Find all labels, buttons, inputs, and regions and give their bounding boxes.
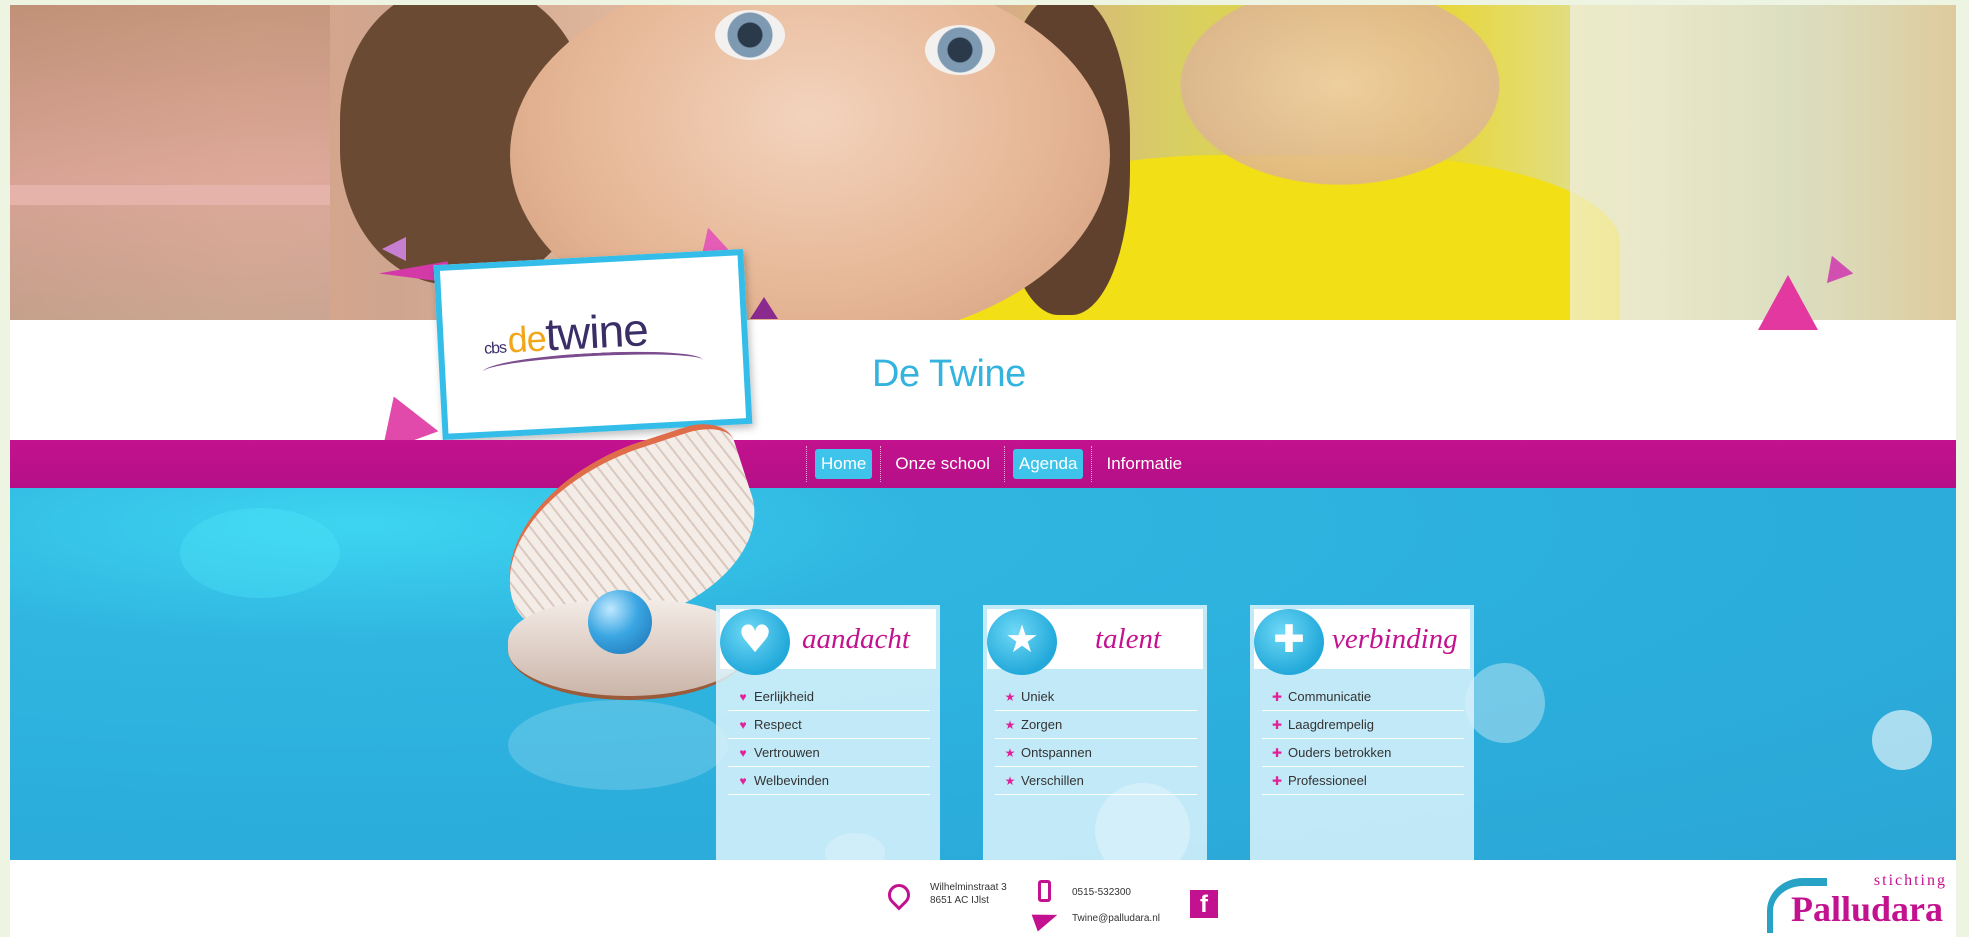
star-icon: ★ [987, 609, 1057, 675]
list-item-label: Ontspannen [1021, 745, 1092, 760]
address-line-1: Wilhelminstraat 3 [930, 882, 1007, 893]
heart-bullet-icon: ♥ [739, 745, 747, 760]
list-item[interactable]: ★ Zorgen [995, 711, 1197, 739]
plus-bullet-icon: ✚ [1271, 717, 1283, 732]
hero-glare [1570, 5, 1956, 320]
logo-prefix: cbs [483, 339, 507, 358]
page-frame: De Twine cbsdetwine Home Onze school Age… [10, 5, 1956, 937]
list-item-label: Zorgen [1021, 717, 1063, 732]
bubble-decoration [180, 508, 340, 598]
list-item-label: Uniek [1021, 689, 1055, 704]
triangle-decoration [382, 237, 406, 261]
hero-shelf [10, 185, 330, 205]
main-nav-bar: Home Onze school Agenda Informatie [10, 440, 1956, 488]
list-item-label: Laagdrempelig [1288, 717, 1375, 732]
list-item[interactable]: ♥ Vertrouwen [728, 739, 930, 767]
feature-box-header: ♥ aandacht [720, 609, 936, 675]
list-item-label: Respect [754, 717, 802, 732]
list-item-label: Welbevinden [754, 773, 829, 788]
footer: Wilhelminstraat 3 8651 AC IJlst 0515-532… [10, 860, 1956, 937]
hero-eye-left [715, 10, 785, 60]
brand-name: Palludara [1791, 889, 1944, 929]
list-item-label: Communicatie [1288, 689, 1372, 704]
plus-bullet-icon: ✚ [1271, 745, 1283, 760]
feature-box-header: ★ talent [987, 609, 1203, 675]
heart-bullet-icon: ♥ [739, 773, 747, 788]
star-bullet-icon: ★ [1004, 717, 1016, 732]
list-item-label: Eerlijkheid [754, 689, 814, 704]
list-item[interactable]: ✚ Communicatie [1262, 683, 1464, 711]
triangle-decoration [1758, 275, 1818, 330]
hero-background-left [10, 5, 330, 320]
pearl [588, 590, 652, 654]
list-item-label: Professioneel [1288, 773, 1367, 788]
star-bullet-icon: ★ [1004, 773, 1016, 788]
nav-separator [880, 446, 882, 482]
feature-box-talent: ★ talent ★ Uniek ★ Zorgen ★ Ontspannen ★ Ver… [983, 605, 1207, 870]
site-title: De Twine [872, 353, 1026, 395]
logo-accent: de [506, 317, 547, 361]
nav-separator [1003, 446, 1005, 482]
plus-icon: ✚ [1254, 609, 1324, 675]
nav-item-home[interactable]: Home [815, 449, 873, 479]
feature-box-aandacht: ♥ aandacht ♥ Eerlijkheid ♥ Respect ♥ Vertro… [716, 605, 940, 870]
palludara-logo[interactable]: stichting Palludara [1767, 868, 1947, 934]
nav-separator [806, 446, 807, 482]
bubble-decoration [1465, 663, 1545, 743]
list-item[interactable]: ✚ Professioneel [1262, 767, 1464, 795]
feature-list: ♥ Eerlijkheid ♥ Respect ♥ Vertrouwen ♥ Welbe… [728, 683, 930, 795]
feature-box-title: aandacht [802, 623, 910, 655]
nav-separator [1091, 446, 1093, 482]
nav-item-onze-school[interactable]: Onze school [889, 449, 996, 479]
list-item[interactable]: ★ Uniek [995, 683, 1197, 711]
list-item[interactable]: ♥ Respect [728, 711, 930, 739]
feature-list: ✚ Communicatie ✚ Laagdrempelig ✚ Ouders bet… [1262, 683, 1464, 795]
list-item[interactable]: ★ Ontspannen [995, 739, 1197, 767]
facebook-icon[interactable]: f [1190, 890, 1218, 918]
bubble-decoration [1872, 710, 1932, 770]
triangle-decoration [750, 297, 778, 319]
feature-box-title: talent [1095, 623, 1162, 655]
feature-box-title: verbinding [1332, 623, 1458, 655]
heart-bullet-icon: ♥ [739, 689, 747, 704]
nav-item-agenda[interactable]: Agenda [1012, 449, 1084, 479]
logo-card[interactable]: cbsdetwine [433, 249, 753, 440]
paper-plane-icon [1031, 906, 1061, 932]
hero-photo [10, 5, 1956, 320]
feature-list: ★ Uniek ★ Zorgen ★ Ontspannen ★ Verschillen [995, 683, 1197, 795]
address-line-2: 8651 AC IJlst [930, 895, 989, 906]
list-item-label: Verschillen [1021, 773, 1084, 788]
star-bullet-icon: ★ [1004, 745, 1016, 760]
phone-icon [1038, 880, 1051, 902]
list-item[interactable]: ✚ Laagdrempelig [1262, 711, 1464, 739]
plus-bullet-icon: ✚ [1271, 689, 1283, 704]
location-pin-icon [883, 879, 915, 911]
list-item[interactable]: ♥ Welbevinden [728, 767, 930, 795]
shell-reflection [508, 700, 728, 790]
list-item[interactable]: ♥ Eerlijkheid [728, 683, 930, 711]
plus-bullet-icon: ✚ [1271, 773, 1283, 788]
star-bullet-icon: ★ [1004, 689, 1016, 704]
phone-number[interactable]: 0515-532300 [1072, 887, 1131, 898]
list-item-label: Ouders betrokken [1288, 745, 1392, 760]
list-item[interactable]: ✚ Ouders betrokken [1262, 739, 1464, 767]
list-item-label: Vertrouwen [754, 745, 820, 760]
hero-eye-right [925, 25, 995, 75]
feature-box-verbinding: ✚ verbinding ✚ Communicatie ✚ Laagdrempeli… [1250, 605, 1474, 870]
heart-bullet-icon: ♥ [739, 717, 747, 732]
main-nav: Home Onze school Agenda Informatie [806, 446, 1196, 482]
heart-icon: ♥ [720, 609, 790, 675]
list-item[interactable]: ★ Verschillen [995, 767, 1197, 795]
nav-item-informatie[interactable]: Informatie [1100, 449, 1188, 479]
email-link[interactable]: Twine@palludara.nl [1072, 913, 1160, 924]
feature-box-header: ✚ verbinding [1254, 609, 1470, 675]
